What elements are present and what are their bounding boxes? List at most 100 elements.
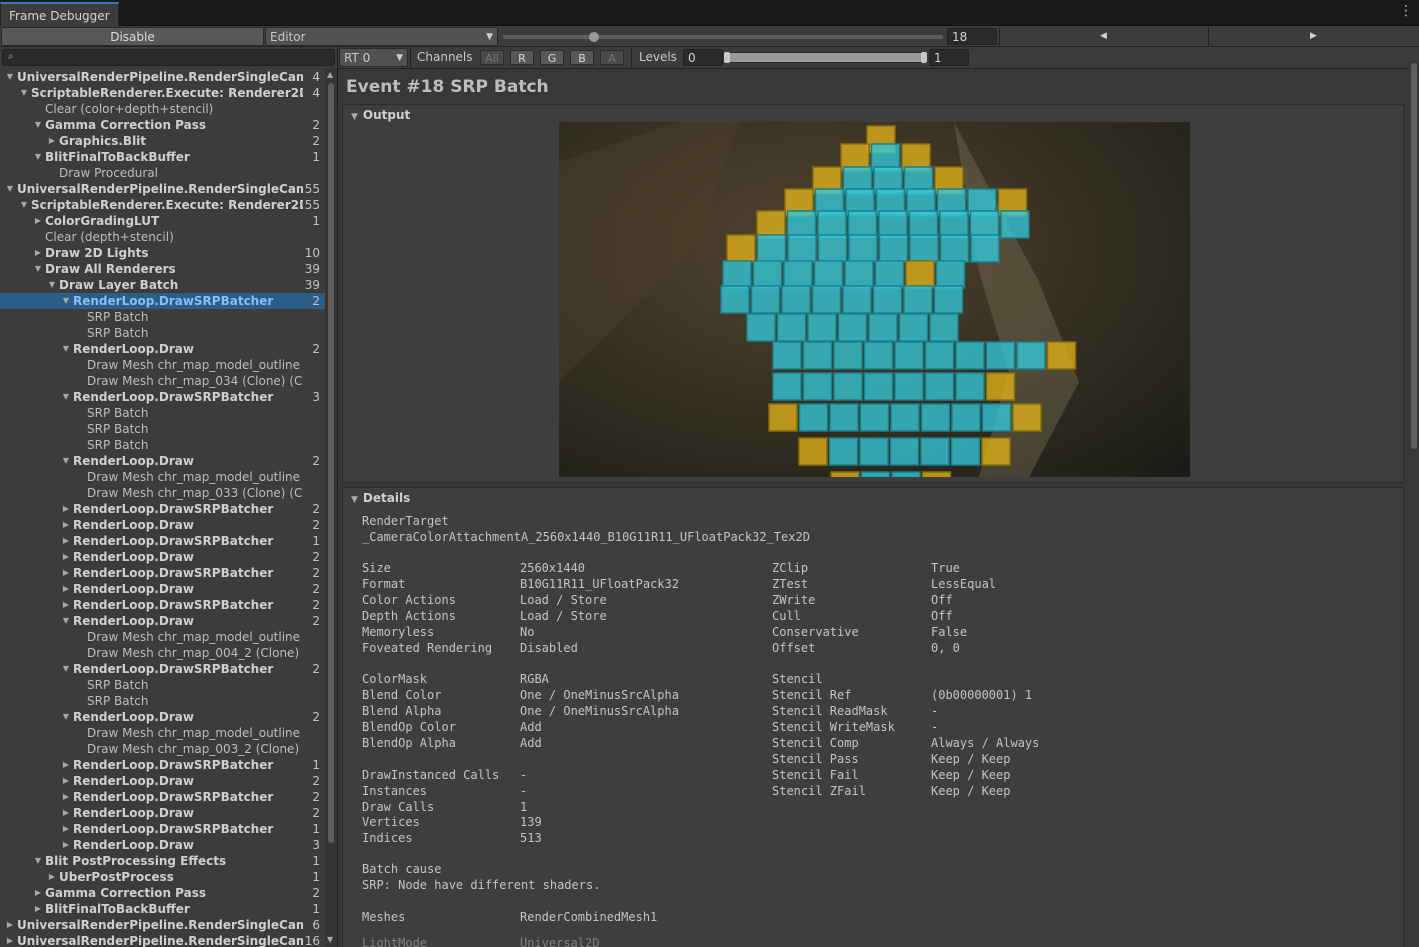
editor-dropdown[interactable]: Editor ▼ <box>265 27 498 46</box>
expanded-arrow-icon[interactable]: ▼ <box>32 261 44 277</box>
tree-row[interactable]: Draw Mesh chr_map_model_outline <box>0 629 325 645</box>
tree-row[interactable]: ▼ Gamma Correction Pass 2 <box>0 117 325 133</box>
channel-all-button[interactable]: All <box>480 50 504 65</box>
tree-row[interactable]: Draw Mesh chr_map_model_outline <box>0 725 325 741</box>
event-slider[interactable] <box>503 26 943 47</box>
collapsed-arrow-icon[interactable]: ▶ <box>60 517 72 533</box>
collapsed-arrow-icon[interactable]: ▶ <box>60 565 72 581</box>
expanded-arrow-icon[interactable]: ▼ <box>4 181 16 197</box>
tree-row[interactable]: SRP Batch <box>0 437 325 453</box>
collapsed-arrow-icon[interactable]: ▶ <box>4 917 16 933</box>
expanded-arrow-icon[interactable]: ▼ <box>60 709 72 725</box>
tree-row[interactable]: Clear (depth+stencil) <box>0 229 325 245</box>
expanded-arrow-icon[interactable]: ▼ <box>60 389 72 405</box>
tree-row[interactable]: Draw Mesh chr_map_model_outline <box>0 357 325 373</box>
details-foldout[interactable]: ▼ Details <box>351 490 410 508</box>
search-input[interactable]: ⌕ <box>2 49 335 66</box>
tree-row[interactable]: ▼ Draw Layer Batch 39 <box>0 277 325 293</box>
tree-row[interactable]: ▶ ColorGradingLUT 1 <box>0 213 325 229</box>
tree-row[interactable]: ▼ BlitFinalToBackBuffer 1 <box>0 149 325 165</box>
collapsed-arrow-icon[interactable]: ▶ <box>60 597 72 613</box>
tree-row[interactable]: Clear (color+depth+stencil) <box>0 101 325 117</box>
channel-g-button[interactable]: G <box>540 50 564 65</box>
tree-row[interactable]: Draw Mesh chr_map_034 (Clone) (Clone) <box>0 373 325 389</box>
tree-scrollbar[interactable]: ▲ ▼ <box>325 69 337 947</box>
tree-scrollbar-thumb[interactable] <box>328 83 334 843</box>
expanded-arrow-icon[interactable]: ▼ <box>60 613 72 629</box>
tree-row[interactable]: ▶ RenderLoop.DrawSRPBatcher 2 <box>0 597 325 613</box>
tree-row[interactable]: ▶ UberPostProcess 1 <box>0 869 325 885</box>
details-scrollbar-thumb[interactable] <box>1411 63 1417 449</box>
tree-row[interactable]: SRP Batch <box>0 309 325 325</box>
next-event-button[interactable]: ▶ <box>1208 27 1418 46</box>
levels-min-handle[interactable] <box>724 52 730 63</box>
tree-row[interactable]: ▶ RenderLoop.Draw 2 <box>0 517 325 533</box>
event-slider-thumb[interactable] <box>589 32 599 42</box>
levels-min-field[interactable]: 0 <box>683 49 723 66</box>
render-target-dropdown[interactable]: RT 0 ▼ <box>339 48 408 67</box>
tree-row[interactable]: ▶ Graphics.Blit 2 <box>0 133 325 149</box>
tree-row[interactable]: ▶ RenderLoop.Draw 2 <box>0 805 325 821</box>
tree-row[interactable]: ▼ ScriptableRenderer.Execute: Renderer2D 5… <box>0 197 325 213</box>
tree-row[interactable]: ▼ UniversalRenderPipeline.RenderSingleCam… <box>0 69 325 85</box>
tree-row[interactable]: Draw Procedural <box>0 165 325 181</box>
tree-row[interactable]: ▼ RenderLoop.DrawSRPBatcher 3 <box>0 389 325 405</box>
tree-row[interactable]: ▼ RenderLoop.DrawSRPBatcher 2 <box>0 293 325 309</box>
tree-row[interactable]: ▶ UniversalRenderPipeline.RenderSingleCam… <box>0 917 325 933</box>
tree-row[interactable]: SRP Batch <box>0 405 325 421</box>
tree-row[interactable]: ▼ ScriptableRenderer.Execute: Renderer2D 4 <box>0 85 325 101</box>
tab-frame-debugger[interactable]: Frame Debugger <box>0 2 119 26</box>
tree-row[interactable]: SRP Batch <box>0 693 325 709</box>
tree-row[interactable]: Draw Mesh chr_map_004_2 (Clone) <box>0 645 325 661</box>
levels-max-field[interactable]: 1 <box>929 49 969 66</box>
tree-row[interactable]: ▶ Gamma Correction Pass 2 <box>0 885 325 901</box>
expanded-arrow-icon[interactable]: ▼ <box>32 117 44 133</box>
tree-row[interactable]: ▶ RenderLoop.Draw 2 <box>0 549 325 565</box>
tree-row[interactable]: ▶ BlitFinalToBackBuffer 1 <box>0 901 325 917</box>
collapsed-arrow-icon[interactable]: ▶ <box>32 245 44 261</box>
details-scrollbar[interactable] <box>1408 61 1419 947</box>
tree-row[interactable]: ▶ RenderLoop.Draw 3 <box>0 837 325 853</box>
tree-row[interactable]: ▼ Draw All Renderers 39 <box>0 261 325 277</box>
tree-row[interactable]: ▶ RenderLoop.DrawSRPBatcher 2 <box>0 565 325 581</box>
expanded-arrow-icon[interactable]: ▼ <box>32 149 44 165</box>
tree-row[interactable]: ▶ RenderLoop.DrawSRPBatcher 1 <box>0 533 325 549</box>
collapsed-arrow-icon[interactable]: ▶ <box>60 773 72 789</box>
scroll-down-icon[interactable]: ▼ <box>327 935 333 944</box>
collapsed-arrow-icon[interactable]: ▶ <box>60 501 72 517</box>
tree-row[interactable]: ▶ RenderLoop.DrawSRPBatcher 1 <box>0 821 325 837</box>
tree-row[interactable]: ▼ RenderLoop.Draw 2 <box>0 453 325 469</box>
expanded-arrow-icon[interactable]: ▼ <box>60 293 72 309</box>
tree-row[interactable]: ▶ RenderLoop.Draw 2 <box>0 581 325 597</box>
tree-row[interactable]: ▼ Blit PostProcessing Effects 1 <box>0 853 325 869</box>
channel-b-button[interactable]: B <box>570 50 594 65</box>
collapsed-arrow-icon[interactable]: ▶ <box>60 837 72 853</box>
previous-event-button[interactable]: ◀ <box>999 27 1207 46</box>
tree-row[interactable]: ▶ RenderLoop.DrawSRPBatcher 2 <box>0 789 325 805</box>
tree-row[interactable]: SRP Batch <box>0 325 325 341</box>
levels-range-slider[interactable] <box>724 52 927 64</box>
expanded-arrow-icon[interactable]: ▼ <box>46 277 58 293</box>
expanded-arrow-icon[interactable]: ▼ <box>60 341 72 357</box>
tree-row[interactable]: ▶ RenderLoop.DrawSRPBatcher 2 <box>0 501 325 517</box>
tree-row[interactable]: ▼ UniversalRenderPipeline.RenderSingleCam… <box>0 181 325 197</box>
channel-r-button[interactable]: R <box>510 50 534 65</box>
collapsed-arrow-icon[interactable]: ▶ <box>60 533 72 549</box>
collapsed-arrow-icon[interactable]: ▶ <box>60 581 72 597</box>
event-index-field[interactable]: 18 <box>947 28 997 45</box>
collapsed-arrow-icon[interactable]: ▶ <box>60 805 72 821</box>
tree-row[interactable]: ▶ Draw 2D Lights 10 <box>0 245 325 261</box>
collapsed-arrow-icon[interactable]: ▶ <box>46 133 58 149</box>
collapsed-arrow-icon[interactable]: ▶ <box>60 549 72 565</box>
tree-row[interactable]: ▶ UniversalRenderPipeline.RenderSingleCam… <box>0 933 325 947</box>
tree-row[interactable]: ▼ RenderLoop.Draw 2 <box>0 613 325 629</box>
collapsed-arrow-icon[interactable]: ▶ <box>46 869 58 885</box>
collapsed-arrow-icon[interactable]: ▶ <box>60 789 72 805</box>
channel-a-button[interactable]: A <box>600 50 624 65</box>
scroll-up-icon[interactable]: ▲ <box>327 70 333 79</box>
tree-row[interactable]: Draw Mesh chr_map_033 (Clone) (Clone) <box>0 485 325 501</box>
disable-button[interactable]: Disable <box>1 27 264 46</box>
expanded-arrow-icon[interactable]: ▼ <box>60 453 72 469</box>
tree-row[interactable]: ▼ RenderLoop.DrawSRPBatcher 2 <box>0 661 325 677</box>
tree-row[interactable]: ▼ RenderLoop.Draw 2 <box>0 341 325 357</box>
